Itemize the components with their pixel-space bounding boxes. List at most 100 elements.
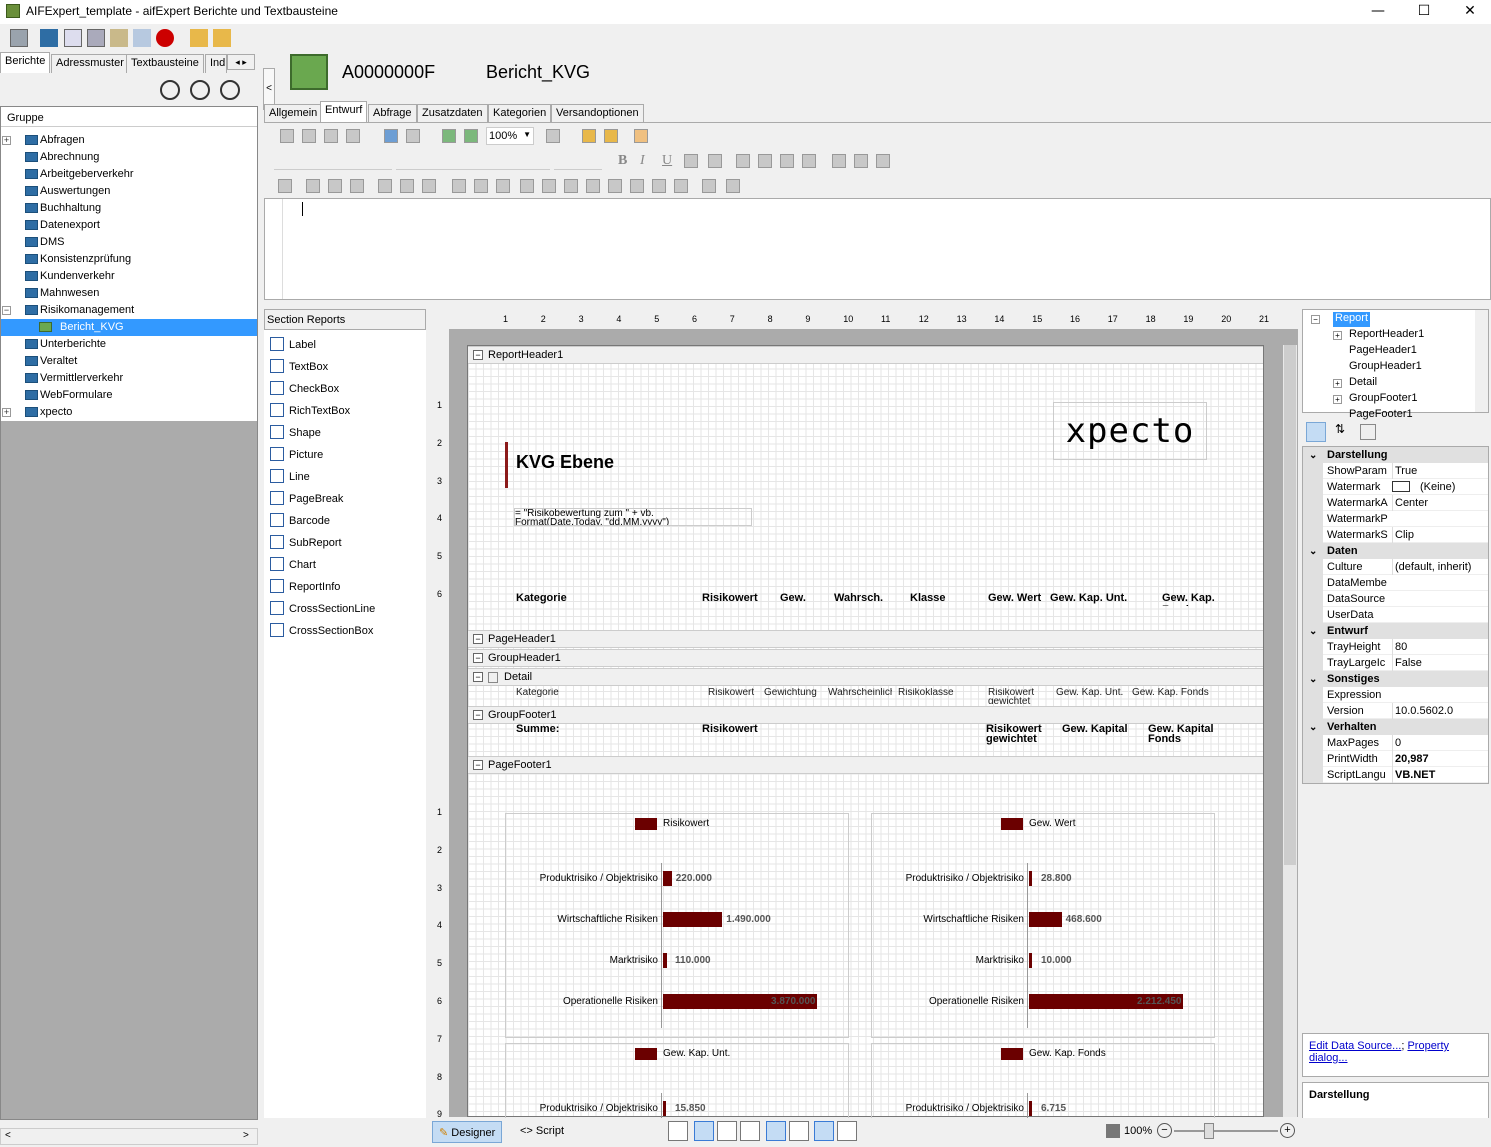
send-to-back-icon[interactable] (726, 179, 740, 193)
tree-item[interactable]: DMS (1, 234, 257, 251)
tool-reportinfo[interactable]: ReportInfo (268, 577, 424, 597)
italic-button[interactable]: I (640, 153, 645, 169)
save-icon[interactable] (10, 29, 28, 47)
delete-icon[interactable] (156, 29, 174, 47)
structure-scrollbar[interactable] (1475, 310, 1488, 412)
same-size-icon[interactable] (496, 179, 510, 193)
tab-scroll-arrows[interactable]: ◂ ▸ (227, 54, 255, 70)
tool-richtextbox[interactable]: RichTextBox (268, 401, 424, 421)
maximize-button[interactable]: ☐ (1401, 0, 1447, 24)
report-page[interactable]: − ReportHeader1 xpecto KVG Ebene = "Risik… (467, 345, 1264, 1123)
property-value[interactable]: VB.NET (1392, 767, 1488, 783)
tree-item[interactable]: + Abfragen (1, 132, 257, 149)
structure-item[interactable]: PageHeader1 (1349, 344, 1417, 359)
clear-search-icon[interactable] (190, 80, 210, 100)
property-category[interactable]: ⌄ Daten (1303, 543, 1488, 559)
property-category[interactable]: ⌄ Sonstiges (1303, 671, 1488, 687)
band-group-header[interactable]: − GroupHeader1 (468, 649, 1263, 667)
chart-bar[interactable] (663, 871, 672, 886)
zoom-select[interactable]: 100% ▼ (486, 127, 534, 145)
detail-textbox[interactable]: Gew. Kap. Fonds (1132, 688, 1222, 704)
open-layout-icon[interactable] (582, 129, 596, 143)
tool-checkbox[interactable]: CheckBox (268, 379, 424, 399)
detail-textbox[interactable]: Risikoklasse (898, 688, 988, 704)
property-row[interactable]: Watermark (Keine) (1303, 479, 1488, 495)
property-row[interactable]: PrintWidth 20,987 (1303, 751, 1488, 767)
property-value[interactable]: (default, inherit) (1392, 559, 1488, 575)
collapse-icon[interactable]: ⌄ (1309, 672, 1317, 688)
spellcheck-icon[interactable] (110, 29, 128, 47)
property-value[interactable]: 10.0.5602.0 (1392, 703, 1488, 719)
font-size-select[interactable] (554, 152, 602, 170)
tree-item[interactable]: Mahnwesen (1, 285, 257, 302)
property-row[interactable]: TrayLargeIc False (1303, 655, 1488, 671)
style-select[interactable] (274, 152, 392, 170)
close-button[interactable]: ✕ (1447, 0, 1491, 24)
grid-icon[interactable] (87, 29, 105, 47)
script-tab[interactable]: <> Script (514, 1121, 570, 1143)
v-spacing-remove-icon[interactable] (674, 179, 688, 193)
align-left-icon[interactable] (736, 154, 750, 168)
minimize-button[interactable]: — (1355, 0, 1401, 24)
collapse-icon[interactable]: ⌄ (1309, 544, 1317, 560)
tree-item[interactable]: Konsistenzprüfung (1, 251, 257, 268)
redo-icon[interactable] (406, 129, 420, 143)
designer-tab[interactable]: ✎ Designer (432, 1121, 503, 1143)
align-rights-icon[interactable] (350, 179, 364, 193)
scroll-left-icon[interactable]: < (5, 1130, 11, 1141)
zoom-out-button[interactable]: − (1157, 1123, 1172, 1138)
property-row[interactable]: MaxPages 0 (1303, 735, 1488, 751)
zoom-slider-thumb[interactable] (1204, 1123, 1214, 1139)
ruler-toggle-icon[interactable] (668, 1121, 688, 1141)
band-group-footer[interactable]: − GroupFooter1 (468, 706, 1263, 724)
header-col-label[interactable]: Gew. Kap. Unt. (1050, 592, 1160, 606)
document-icon[interactable] (64, 29, 82, 47)
collapse-icon[interactable]: − (1311, 315, 1320, 324)
tool-subreport[interactable]: SubReport (268, 533, 424, 553)
property-row[interactable]: WatermarkA Center (1303, 495, 1488, 511)
justify-icon[interactable] (802, 154, 816, 168)
property-row[interactable]: DataMembe (1303, 575, 1488, 591)
footer-col-label[interactable]: Risikowert (702, 724, 812, 750)
collapse-icon[interactable]: ⌄ (1309, 720, 1317, 736)
footer-col-label[interactable]: Summe: (516, 724, 626, 750)
detail-textbox[interactable]: Wahrscheinlichkeit (828, 688, 892, 704)
folder-icon[interactable] (213, 29, 231, 47)
zoom-page-icon[interactable] (1106, 1124, 1120, 1138)
collapse-icon[interactable]: − (473, 672, 483, 682)
snap-grid-icon[interactable] (789, 1121, 809, 1141)
tab-allgemein[interactable]: Allgemein (264, 104, 323, 122)
chart-bar[interactable] (663, 912, 723, 927)
collapse-icon[interactable]: − (2, 306, 11, 315)
h-spacing-decrease-icon[interactable] (564, 179, 578, 193)
expand-icon[interactable]: + (1333, 331, 1342, 340)
folder-open-icon[interactable] (190, 29, 208, 47)
structure-item[interactable]: ReportHeader1 (1349, 328, 1424, 343)
align-grid-icon[interactable] (278, 179, 292, 193)
text-color-icon[interactable] (684, 154, 698, 168)
property-value[interactable]: Clip (1392, 527, 1488, 543)
expand-icon[interactable]: + (2, 136, 11, 145)
align-right-icon[interactable] (780, 154, 794, 168)
tree-item[interactable]: Buchhaltung (1, 200, 257, 217)
zoom-out-icon[interactable] (442, 129, 456, 143)
check-icon[interactable] (133, 29, 151, 47)
tool-textbox[interactable]: TextBox (268, 357, 424, 377)
date-expression-textbox[interactable]: = "Risikobewertung zum " + vb. Format(Dat… (514, 508, 752, 526)
delete-selection-icon[interactable] (346, 129, 360, 143)
tool-chart[interactable]: Chart (268, 555, 424, 575)
align-centers-icon[interactable] (328, 179, 342, 193)
align-center-icon[interactable] (758, 154, 772, 168)
tree-item[interactable]: Datenexport (1, 217, 257, 234)
property-category[interactable]: ⌄ Verhalten (1303, 719, 1488, 735)
tool-label[interactable]: Label (268, 335, 424, 355)
collapse-icon[interactable]: ⌄ (1309, 448, 1317, 464)
property-row[interactable]: ScriptLangu VB.NET (1303, 767, 1488, 783)
collapse-icon[interactable]: − (473, 710, 483, 720)
paste-icon[interactable] (324, 129, 338, 143)
tab-versandoptionen[interactable]: Versandoptionen (551, 104, 644, 122)
header-col-label[interactable]: Kategorie (516, 592, 626, 606)
align-lefts-icon[interactable] (306, 179, 320, 193)
h-spacing-equal-icon[interactable] (520, 179, 534, 193)
tab-kategorien[interactable]: Kategorien (488, 104, 552, 122)
